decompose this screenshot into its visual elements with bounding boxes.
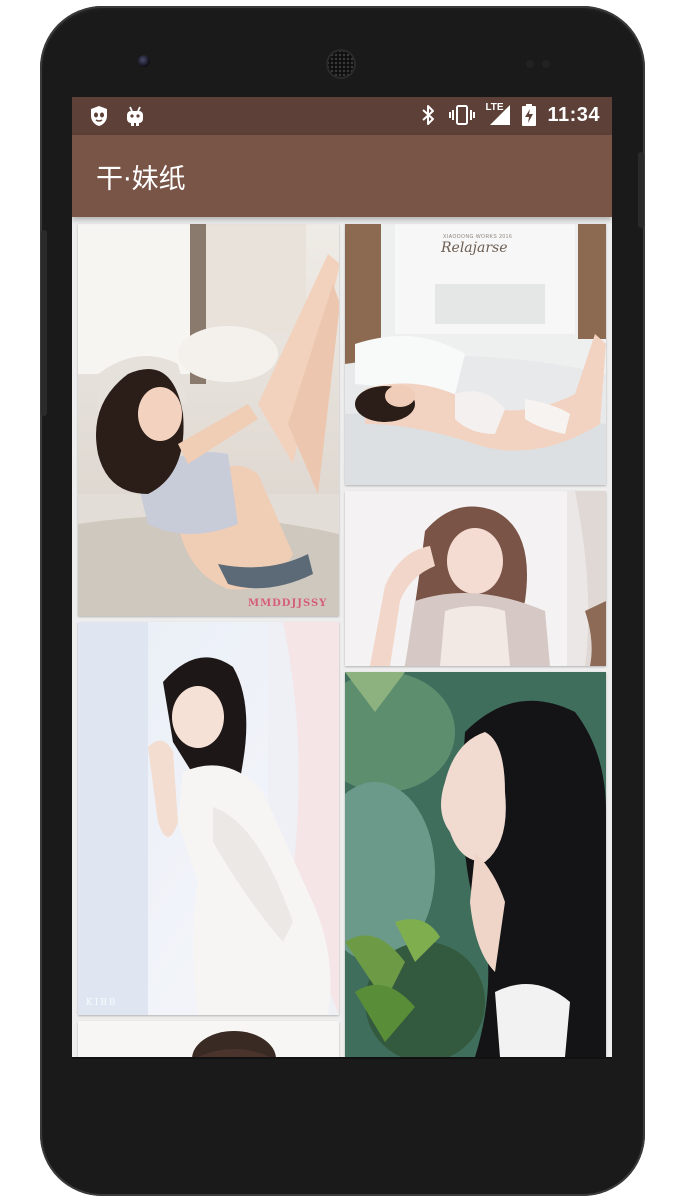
app-title: 干·妹纸: [96, 164, 186, 195]
android-robot-icon: [127, 106, 143, 126]
photo-watermark: MMDDJJSSY: [248, 598, 328, 609]
vibrate-icon: [449, 105, 476, 125]
shield-face-icon: [91, 106, 107, 126]
app-toolbar: 干·妹纸: [72, 135, 612, 217]
photo-card[interactable]: [345, 672, 606, 1057]
photo-image: [345, 672, 606, 1057]
proximity-sensor: [526, 60, 534, 68]
screen: LTE 11:34 干·妹纸 MMDDJJSSY Relajarse XIAOD…: [72, 97, 612, 1057]
status-bar: LTE 11:34: [72, 97, 612, 135]
front-camera: [138, 55, 150, 67]
photo-watermark: Relajarse: [441, 240, 508, 256]
battery-charging-icon: [522, 104, 537, 126]
photo-image: [78, 622, 339, 1015]
photo-image: [345, 224, 606, 485]
photo-card[interactable]: Relajarse XIAODONG WORKS 2016: [345, 224, 606, 485]
photo-card[interactable]: [345, 491, 606, 666]
status-clock: 11:34: [547, 103, 600, 126]
lte-signal-icon: LTE: [485, 102, 511, 127]
photo-watermark: KIBB: [86, 998, 118, 1008]
bluetooth-icon: [422, 105, 435, 125]
photo-watermark-caption: XIAODONG WORKS 2016: [443, 234, 513, 240]
photo-image: [78, 224, 339, 616]
volume-button[interactable]: [41, 230, 47, 416]
power-button[interactable]: [638, 152, 644, 228]
photo-image: [345, 491, 606, 666]
photo-card[interactable]: [78, 1021, 339, 1057]
light-sensor: [542, 60, 550, 68]
photo-card[interactable]: KIBB: [78, 622, 339, 1015]
photo-card[interactable]: MMDDJJSSY: [78, 224, 339, 616]
earpiece-speaker: [326, 49, 356, 79]
network-type-label: LTE: [485, 102, 504, 113]
screen-bottom-edge: [72, 1057, 612, 1059]
photo-image: [78, 1021, 339, 1057]
